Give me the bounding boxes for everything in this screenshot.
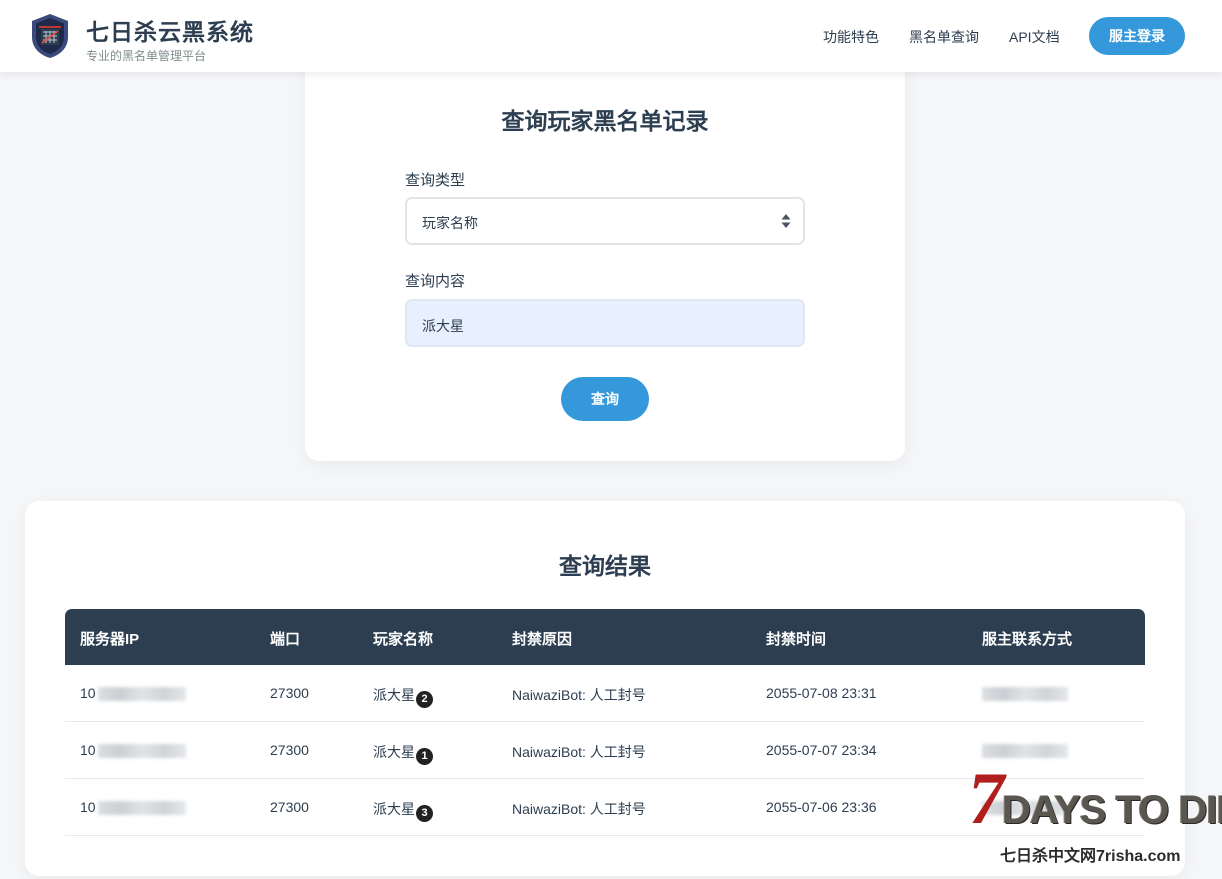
col-port: 端口	[270, 631, 301, 648]
player-name: 派大星	[373, 801, 415, 817]
query-type-select[interactable]: 玩家名称	[405, 197, 805, 245]
contact-cell	[982, 742, 1068, 759]
time-cell: 2055-07-06 23:36	[766, 799, 877, 815]
number-badge: 2	[416, 690, 433, 708]
server-ip-cell: 10	[80, 685, 186, 702]
select-updown-icon	[781, 214, 791, 228]
table-row: 10 27300 派大星 1 NaiwaziBot: 人工封号 2055-07-0…	[65, 722, 1145, 779]
server-ip-prefix: 10	[80, 685, 96, 701]
query-content-label: 查询内容	[405, 273, 466, 290]
results-title: 查询结果	[559, 553, 651, 579]
reason-cell: NaiwaziBot: 人工封号	[512, 801, 646, 817]
col-player-name: 玩家名称	[373, 631, 434, 648]
server-ip-prefix: 10	[80, 742, 96, 758]
col-ban-time: 封禁时间	[766, 631, 827, 648]
player-name: 派大星	[373, 687, 415, 703]
query-content-input[interactable]: 派大星	[405, 299, 805, 347]
nav-api-docs[interactable]: API文档	[1009, 27, 1060, 47]
query-submit-button[interactable]: 查询	[561, 377, 649, 421]
col-owner-contact: 服主联系方式	[982, 631, 1073, 648]
results-card: 查询结果 服务器IP 端口 玩家名称 封禁原因 封禁时间 服主联系方式 10 2…	[25, 501, 1185, 876]
nav-blacklist-query[interactable]: 黑名单查询	[909, 27, 979, 47]
query-title: 查询玩家黑名单记录	[501, 108, 709, 134]
port-cell: 27300	[270, 742, 309, 758]
redacted-ip	[97, 801, 186, 816]
redacted-contact	[982, 801, 1068, 816]
table-row: 10 27300 派大星 3 NaiwaziBot: 人工封号 2055-07-0…	[65, 779, 1145, 836]
contact-cell	[982, 799, 1068, 816]
redacted-ip	[97, 687, 186, 702]
table-row: 10 27300 派大星 2 NaiwaziBot: 人工封号 2055-07-0…	[65, 665, 1145, 722]
col-ban-reason: 封禁原因	[512, 631, 573, 648]
number-badge: 1	[416, 747, 433, 765]
query-card: 查询玩家黑名单记录 查询类型 玩家名称 查询内容 派大星 查询	[305, 50, 905, 461]
reason-cell: NaiwaziBot: 人工封号	[512, 744, 646, 760]
query-type-label: 查询类型	[405, 172, 466, 189]
player-cell: 派大星 1	[373, 742, 433, 765]
server-ip-cell: 10	[80, 799, 186, 816]
owner-login-button[interactable]: 服主登录	[1089, 17, 1185, 55]
port-cell: 27300	[270, 799, 309, 815]
redacted-contact	[982, 744, 1068, 759]
redacted-contact	[982, 687, 1068, 702]
brand-subtitle: 专业的黑名单管理平台	[86, 49, 207, 63]
query-type-value: 玩家名称	[422, 215, 478, 231]
server-ip-cell: 10	[80, 742, 186, 759]
reason-cell: NaiwaziBot: 人工封号	[512, 687, 646, 703]
brand-title: 七日杀云黑系统	[86, 19, 254, 45]
nav-features[interactable]: 功能特色	[823, 27, 879, 47]
contact-cell	[982, 685, 1068, 702]
number-badge: 3	[416, 804, 433, 822]
time-cell: 2055-07-08 23:31	[766, 685, 877, 701]
query-content-value: 派大星	[422, 318, 464, 334]
top-navbar: 七日杀云黑系统 专业的黑名单管理平台 功能特色 黑名单查询 API文档 服主登录	[0, 0, 1222, 72]
shield-blacklist-icon[interactable]	[30, 13, 70, 59]
time-cell: 2055-07-07 23:34	[766, 742, 877, 758]
player-name: 派大星	[373, 744, 415, 760]
results-table: 服务器IP 端口 玩家名称 封禁原因 封禁时间 服主联系方式 10 27300 …	[65, 609, 1145, 836]
server-ip-prefix: 10	[80, 799, 96, 815]
player-cell: 派大星 3	[373, 799, 433, 822]
table-header: 服务器IP 端口 玩家名称 封禁原因 封禁时间 服主联系方式	[65, 609, 1145, 665]
player-cell: 派大星 2	[373, 685, 433, 708]
col-server-ip: 服务器IP	[80, 631, 140, 648]
port-cell: 27300	[270, 685, 309, 701]
redacted-ip	[97, 744, 186, 759]
